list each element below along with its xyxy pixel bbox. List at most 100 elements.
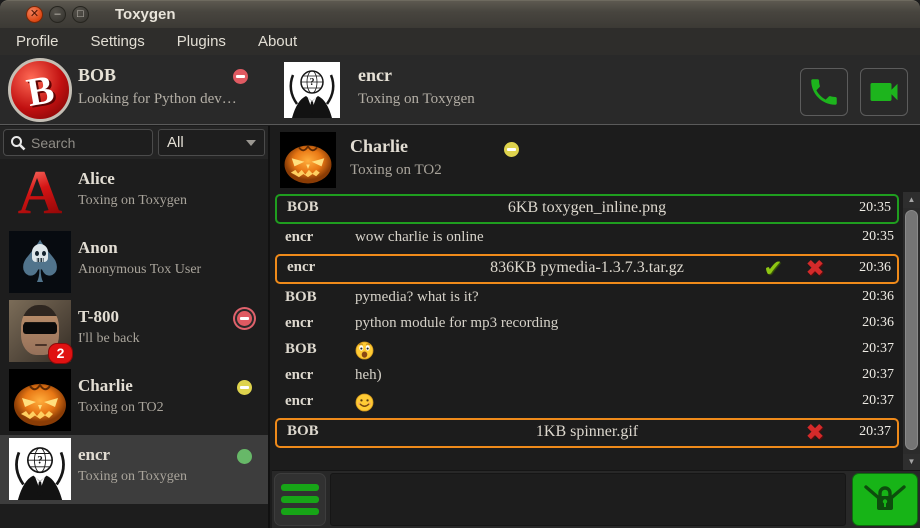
charlie-banner-avatar bbox=[280, 132, 336, 188]
minimize-window-icon[interactable]: – bbox=[49, 6, 66, 23]
message-sender: encr bbox=[285, 393, 355, 410]
banner-status-message: Toxing on TO2 bbox=[350, 162, 442, 179]
contact-name: encr bbox=[78, 445, 110, 465]
message-time: 20:35 bbox=[862, 229, 894, 245]
menu-profile[interactable]: Profile bbox=[12, 31, 63, 52]
busy-status-icon bbox=[237, 311, 252, 326]
search-input[interactable] bbox=[31, 135, 141, 151]
peer-avatar: ? bbox=[284, 62, 340, 118]
messages-scrollbar[interactable]: ▲ ▼ bbox=[903, 192, 920, 470]
close-window-icon[interactable]: ✕ bbox=[26, 6, 43, 23]
away-status-icon bbox=[237, 380, 252, 395]
message-sender: encr bbox=[285, 315, 355, 332]
svg-text:?: ? bbox=[37, 454, 43, 466]
contact-filter-value: All bbox=[167, 134, 184, 151]
emoji-message: BOB 20:37 bbox=[272, 338, 902, 364]
text-message: encr wow charlie is online 20:35 bbox=[272, 226, 902, 252]
accept-file-button[interactable]: ✔ bbox=[757, 254, 789, 284]
banner-away-status-icon bbox=[504, 142, 519, 157]
contact-status-message: Toxing on Toxygen bbox=[78, 193, 187, 209]
message-time: 20:35 bbox=[859, 200, 891, 216]
message-time: 20:37 bbox=[862, 393, 894, 409]
contacts-sidebar: All A Alice Toxing on Toxygen ♠ Anon Ano… bbox=[0, 126, 270, 528]
window-title: Toxygen bbox=[115, 6, 176, 23]
banner-contact-name: Charlie bbox=[350, 136, 408, 157]
menu-settings[interactable]: Settings bbox=[87, 31, 149, 52]
phone-icon bbox=[807, 75, 841, 109]
text-message: BOB pymedia? what is it? 20:36 bbox=[272, 286, 902, 312]
message-text: heh) bbox=[355, 367, 382, 384]
message-time: 20:36 bbox=[862, 289, 894, 305]
top-panel: B BOB Looking for Python dev… ? encr Tox… bbox=[0, 55, 920, 125]
contact-row-charlie[interactable]: Charlie Toxing on TO2 bbox=[0, 366, 268, 435]
menu-about[interactable]: About bbox=[254, 31, 301, 52]
message-time: 20:36 bbox=[862, 315, 894, 331]
contact-status-message: Toxing on Toxygen bbox=[78, 469, 187, 485]
message-sender: BOB bbox=[285, 289, 355, 306]
message-time: 20:37 bbox=[862, 367, 894, 383]
message-list: BOB 6KB toxygen_inline.png 20:35 encr wo… bbox=[272, 192, 902, 470]
online-status-icon bbox=[237, 449, 252, 464]
alice-avatar: A bbox=[9, 162, 71, 224]
contact-status-message: Anonymous Tox User bbox=[78, 262, 201, 278]
file-transfer-label: 6KB toxygen_inline.png bbox=[277, 199, 897, 217]
encr-avatar: ? bbox=[9, 438, 71, 500]
contact-filter-dropdown[interactable]: All bbox=[158, 129, 265, 156]
file-transfer-message: BOB 6KB toxygen_inline.png 20:35 bbox=[275, 194, 899, 224]
skull-icon bbox=[32, 244, 48, 262]
contact-name: T-800 bbox=[78, 307, 119, 327]
self-busy-status-icon bbox=[233, 69, 248, 84]
scrollbar-thumb[interactable] bbox=[905, 210, 918, 450]
unread-count-badge: 2 bbox=[48, 343, 73, 364]
video-camera-icon bbox=[866, 74, 902, 110]
message-sender: encr bbox=[285, 229, 355, 246]
contact-status-message: I'll be back bbox=[78, 331, 140, 347]
search-input-wrapper[interactable] bbox=[3, 129, 153, 156]
charlie-avatar bbox=[9, 369, 71, 431]
composer-bar bbox=[272, 470, 920, 528]
message-text: wow charlie is online bbox=[355, 229, 484, 246]
message-sender: BOB bbox=[285, 341, 355, 358]
decline-file-button[interactable]: ✖ bbox=[799, 254, 831, 284]
self-name: BOB bbox=[78, 65, 116, 86]
file-transfer-message: BOB 1KB spinner.gif ✖ 20:37 bbox=[275, 418, 899, 448]
message-text: python module for mp3 recording bbox=[355, 315, 558, 332]
chat-contact-banner: Charlie Toxing on TO2 bbox=[272, 126, 920, 192]
scroll-down-icon[interactable]: ▼ bbox=[903, 454, 920, 470]
video-call-button[interactable] bbox=[860, 68, 908, 116]
smiling-face-emoji bbox=[355, 393, 374, 412]
message-time: 20:37 bbox=[859, 424, 891, 440]
peer-status-message: Toxing on Toxygen bbox=[358, 91, 475, 108]
message-text: pymedia? what is it? bbox=[355, 289, 479, 306]
chat-area: Charlie Toxing on TO2 BOB 6KB toxygen_in… bbox=[272, 126, 920, 528]
send-encrypted-button[interactable] bbox=[852, 473, 918, 526]
search-row: All bbox=[0, 126, 268, 159]
shocked-face-emoji bbox=[355, 341, 374, 360]
peer-name: encr bbox=[358, 65, 392, 86]
menu-plugins[interactable]: Plugins bbox=[173, 31, 230, 52]
self-avatar[interactable]: B bbox=[8, 58, 72, 122]
text-message: encr heh) 20:37 bbox=[272, 364, 902, 390]
message-input[interactable] bbox=[330, 473, 846, 526]
cancel-file-button[interactable]: ✖ bbox=[799, 418, 831, 448]
contact-name: Alice bbox=[78, 169, 115, 189]
audio-call-button[interactable] bbox=[800, 68, 848, 116]
emoji-message: encr 20:37 bbox=[272, 390, 902, 416]
svg-text:?: ? bbox=[310, 77, 315, 88]
scroll-up-icon[interactable]: ▲ bbox=[903, 192, 920, 208]
text-message: encr python module for mp3 recording 20:… bbox=[272, 312, 902, 338]
message-time: 20:37 bbox=[862, 341, 894, 357]
chat-menu-button[interactable] bbox=[274, 473, 326, 526]
contact-name: Anon bbox=[78, 238, 118, 258]
toxygen-window: ✕ – □ Toxygen Profile Settings Plugins A… bbox=[0, 0, 920, 528]
message-sender: encr bbox=[285, 367, 355, 384]
title-bar: ✕ – □ Toxygen bbox=[0, 0, 920, 28]
contact-row-anon[interactable]: ♠ Anon Anonymous Tox User bbox=[0, 228, 268, 297]
contact-row-encr[interactable]: ? encr Toxing on Toxygen bbox=[0, 435, 268, 504]
contact-row-alice[interactable]: A Alice Toxing on Toxygen bbox=[0, 159, 268, 228]
encrypted-envelope-icon bbox=[862, 483, 908, 517]
maximize-window-icon[interactable]: □ bbox=[72, 6, 89, 23]
hamburger-menu-icon bbox=[281, 484, 319, 491]
file-transfer-message: encr 836KB pymedia-1.3.7.3.tar.gz ✔ ✖ 20… bbox=[275, 254, 899, 284]
contact-row-t800[interactable]: T-800 I'll be back 2 bbox=[0, 297, 268, 366]
